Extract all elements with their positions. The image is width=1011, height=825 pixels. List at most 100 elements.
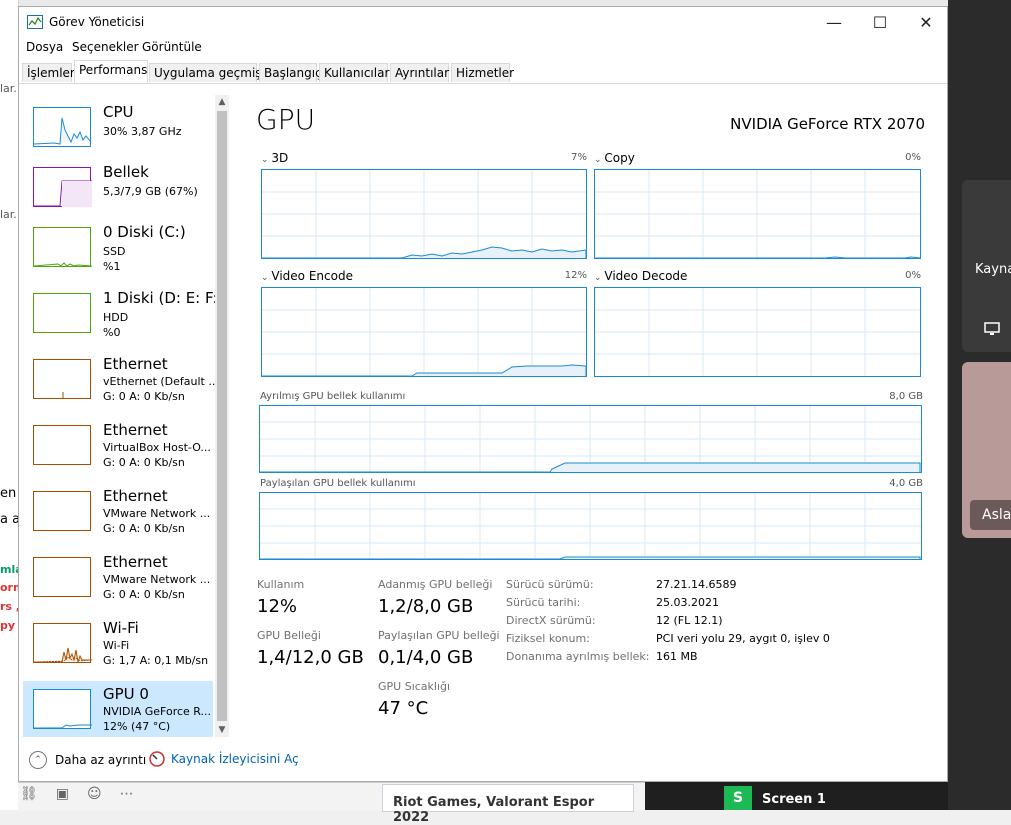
emoji-icon[interactable]: ☺ [87,786,102,802]
tab-details[interactable]: Ayrıntılar [390,63,449,82]
sidebar-item-title: Ethernet [103,553,168,571]
engine-dropdown-video-decode[interactable]: ⌄ Video Decode [594,269,687,283]
scroll-down-icon[interactable]: ▼ [215,723,229,737]
screen-label: Screen 1 [762,792,826,807]
tab-app-history[interactable]: Uygulama geçmişi [149,63,265,82]
gpu-model-name: NVIDIA GeForce RTX 2070 [730,115,925,133]
sidebar-item-gpu[interactable]: GPU 0 NVIDIA GeForce R... 12% (47 °C) [23,681,213,737]
graph-dedicated-memory [259,405,922,473]
tab-bar: İşlemler Performans Uygulama geçmişi Baş… [19,60,947,84]
ethernet-thumbnail [33,359,91,399]
wifi-thumbnail [33,623,92,663]
background-text: rs , [0,600,19,613]
background-button[interactable]: Asla [970,500,1011,530]
sidebar-item-title: Ethernet [103,421,168,439]
engine-name: Video Decode [604,269,688,283]
info-label: Donanıma ayrılmış bellek: [506,650,650,663]
stat-label: Adanmış GPU belleği [378,578,493,591]
sidebar-item-subtitle: %0 [103,326,121,339]
stat-value-dedicated: 1,2/8,0 GB [378,596,474,617]
ethernet-thumbnail [33,425,91,465]
sidebar-item-ethernet[interactable]: Ethernet VMware Network ... G: 0 A: 0 Kb… [23,483,213,545]
info-label: Fiziksel konum: [506,632,590,645]
tab-performance[interactable]: Performans [74,60,148,83]
performance-sidebar: CPU 30% 3,87 GHz Bellek 5,3/7,9 GB (67%)… [19,91,231,737]
resource-monitor-label: Kaynak İzleyicisini Aç [171,752,299,766]
engine-dropdown-video-encode[interactable]: ⌄ Video Encode [261,269,353,283]
engine-dropdown-copy[interactable]: ⌄ Copy [594,151,635,165]
disk-thumbnail [33,293,91,333]
background-news-card: Riot Games, Valorant Espor 2022 [382,784,634,825]
gpu-detail-panel: GPU NVIDIA GeForce RTX 2070 ⌄ 3D 7% ⌄ Co… [231,91,947,737]
dedicated-memory-label: Ayrılmış GPU bellek kullanımı [260,391,406,402]
graph-shared-memory [259,492,922,560]
ethernet-thumbnail [33,491,91,531]
engine-percent: 0% [905,270,921,281]
sidebar-item-subtitle: 12% (47 °C) [103,720,171,733]
menu-view[interactable]: Görüntüle [142,40,202,54]
stat-value-shared: 0,1/4,0 GB [378,647,474,668]
background-card: Kayna [962,180,1011,352]
sidebar-item-title: Ethernet [103,355,168,373]
engine-percent: 0% [905,152,921,163]
background-text: a a [0,512,19,527]
engine-percent: 12% [564,270,587,281]
tab-services[interactable]: Hizmetler [451,63,514,82]
menu-options[interactable]: Seçenekler [72,40,139,54]
info-value: 161 MB [656,650,698,663]
graph-video-decode [594,287,921,377]
tab-startup[interactable]: Başlangıç [259,63,322,82]
sidebar-item-wifi[interactable]: Wi-Fi Wi-Fi G: 1,7 A: 0,1 Mb/sn [23,615,213,677]
window-title: Görev Yöneticisi [49,15,145,29]
engine-name: 3D [271,151,289,165]
sidebar-item-disk-1[interactable]: 1 Diski (D: E: F:) HDD %0 [23,285,223,347]
minimize-button[interactable]: — [811,7,857,37]
info-value: 27.21.14.6589 [656,578,737,591]
resource-monitor-link[interactable]: Kaynak İzleyicisini Aç [149,751,299,767]
title-bar[interactable]: Görev Yöneticisi — ☐ ✕ [19,7,947,37]
close-button[interactable]: ✕ [903,7,949,37]
sidebar-item-memory[interactable]: Bellek 5,3/7,9 GB (67%) [23,159,213,221]
fewer-details-button[interactable]: ⌃ Daha az ayrıntı [29,751,146,769]
gpu-thumbnail [33,689,92,729]
scroll-thumb[interactable] [217,111,227,721]
sidebar-item-cpu[interactable]: CPU 30% 3,87 GHz [23,99,213,161]
sidebar-item-title: 0 Diski (C:) [103,223,186,241]
stat-value-usage: 12% [257,596,298,617]
maximize-button[interactable]: ☐ [857,7,903,37]
background-text: py l [0,619,18,632]
sidebar-item-subtitle: Wi-Fi [103,639,130,652]
sidebar-item-subtitle: VMware Network ... [103,573,211,586]
tab-users[interactable]: Kullanıcılar [319,63,389,82]
sidebar-item-title: Ethernet [103,487,168,505]
background-text: lar. [0,208,17,221]
monitor-icon [984,322,1000,335]
chevron-up-icon: ⌃ [29,751,47,769]
sidebar-item-disk-0[interactable]: 0 Diski (C:) SSD %1 [23,219,213,281]
engine-dropdown-3d[interactable]: ⌄ 3D [261,151,288,165]
disk-thumbnail [33,227,92,267]
stat-value-temperature: 47 °C [378,698,429,719]
sidebar-item-subtitle: 30% 3,87 GHz [103,125,182,138]
more-icon[interactable]: ⋯ [120,786,134,802]
sidebar-item-ethernet[interactable]: Ethernet VirtualBox Host-O... G: 0 A: 0 … [23,417,213,479]
sidebar-item-subtitle: G: 0 A: 0 Kb/sn [103,588,185,601]
shared-memory-label: Paylaşılan GPU bellek kullanımı [260,478,416,489]
graph-video-encode [261,287,587,377]
tab-processes[interactable]: İşlemler [22,63,75,82]
sidebar-item-ethernet[interactable]: Ethernet VMware Network ... G: 0 A: 0 Kb… [23,549,213,611]
background-text: mla [0,563,18,576]
background-text: orm [0,581,18,594]
background-text: en [0,486,17,501]
info-label: DirectX sürümü: [506,614,596,627]
link-icon[interactable]: ⛓ [20,786,38,802]
chevron-down-icon: ⌄ [261,273,272,283]
menu-file[interactable]: Dosya [26,40,63,54]
scroll-up-icon[interactable]: ▲ [215,95,229,109]
sidebar-item-subtitle: %1 [103,260,121,273]
image-icon[interactable]: ▣ [56,786,69,802]
sidebar-scrollbar[interactable]: ▲ ▼ [215,95,229,737]
sidebar-item-ethernet[interactable]: Ethernet vEthernet (Default ... G: 0 A: … [23,351,215,413]
dedicated-memory-max: 8,0 GB [889,391,923,402]
memory-thumbnail [33,167,92,207]
